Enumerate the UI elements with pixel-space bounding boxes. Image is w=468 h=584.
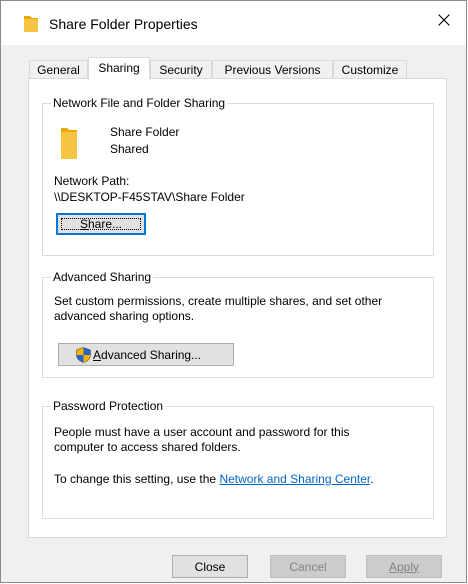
title-bar[interactable]: Share Folder Properties xyxy=(1,1,466,45)
apply-button[interactable]: Apply xyxy=(366,555,442,578)
apply-button-label: Apply xyxy=(388,559,420,574)
network-sharing-group: Network File and Folder Sharing Share Fo… xyxy=(42,96,434,256)
tab-customize-label: Customize xyxy=(341,63,399,77)
password-protection-description-line2: computer to access shared folders. xyxy=(54,440,241,454)
network-path-label: Network Path: xyxy=(54,174,130,188)
uac-shield-icon xyxy=(76,346,91,363)
close-button[interactable]: Close xyxy=(172,555,248,578)
close-button-label: Close xyxy=(194,559,226,574)
cancel-button-label: Cancel xyxy=(289,559,327,574)
folder-icon xyxy=(24,16,38,32)
change-setting-prefix: To change this setting, use the xyxy=(54,472,220,486)
window-title: Share Folder Properties xyxy=(49,16,198,32)
advanced-sharing-description-line2: advanced sharing options. xyxy=(54,309,195,323)
tab-sharing[interactable]: Sharing xyxy=(88,57,150,80)
password-protection-description-line1: People must have a user account and pass… xyxy=(54,425,350,439)
tab-security-label: Security xyxy=(159,63,203,77)
password-protection-group-label: Password Protection xyxy=(51,399,166,413)
cancel-button[interactable]: Cancel xyxy=(270,555,346,578)
tab-sharing-label: Sharing xyxy=(98,61,140,75)
tab-general[interactable]: General xyxy=(29,60,88,78)
folder-icon xyxy=(61,128,77,159)
share-button[interactable]: Share... xyxy=(56,213,146,235)
network-sharing-center-link[interactable]: Network and Sharing Center xyxy=(219,472,370,486)
tab-previous-versions[interactable]: Previous Versions xyxy=(212,60,333,78)
properties-dialog: Share Folder Properties General Sharing … xyxy=(0,0,467,583)
advanced-sharing-group-label: Advanced Sharing xyxy=(51,270,154,284)
share-status: Shared xyxy=(110,142,149,156)
sharing-tab-panel: Network File and Folder Sharing Share Fo… xyxy=(28,78,447,538)
tab-security[interactable]: Security xyxy=(150,60,212,78)
advanced-sharing-description-line1: Set custom permissions, create multiple … xyxy=(54,294,383,308)
tab-customize[interactable]: Customize xyxy=(333,60,407,78)
advanced-sharing-button[interactable]: Advanced Sharing... xyxy=(58,343,234,366)
close-window-button[interactable] xyxy=(422,1,466,39)
network-sharing-group-label: Network File and Folder Sharing xyxy=(51,96,228,110)
folder-name: Share Folder xyxy=(110,125,180,139)
tab-previous-versions-label: Previous Versions xyxy=(224,63,321,77)
close-icon xyxy=(438,14,450,26)
focus-rectangle xyxy=(61,218,141,230)
advanced-sharing-group: Advanced Sharing Set custom permissions,… xyxy=(42,270,434,378)
advanced-sharing-button-label: Advanced Sharing... xyxy=(93,347,202,362)
network-path-value: \\DESKTOP-F45STAV\Share Folder xyxy=(54,190,245,204)
password-protection-group: Password Protection People must have a u… xyxy=(42,399,434,519)
tab-general-label: General xyxy=(37,63,80,77)
change-setting-period: . xyxy=(370,472,374,486)
change-setting-text: To change this setting, use the Network … xyxy=(54,472,374,487)
